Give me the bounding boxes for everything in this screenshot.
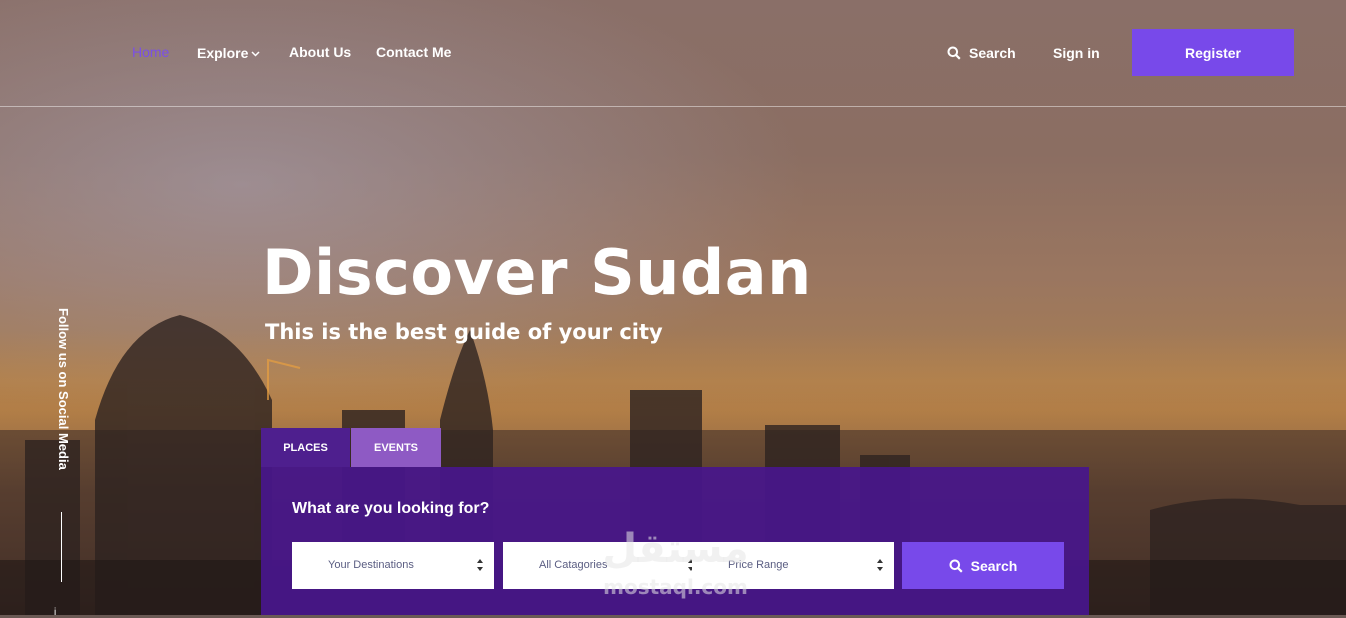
category-select[interactable]: All Catagories: [503, 542, 705, 589]
search-icon: [949, 559, 963, 573]
register-button[interactable]: Register: [1132, 29, 1294, 76]
social-icon[interactable]: i: [54, 607, 56, 618]
nav-link-explore-label: Explore: [197, 45, 249, 61]
nav-link-home[interactable]: Home: [132, 44, 169, 60]
select-arrows-icon: [877, 559, 883, 571]
destination-select-value: Your Destinations: [328, 559, 414, 571]
search-submit-label: Search: [970, 557, 1018, 574]
price-range-select[interactable]: Price Range: [692, 542, 894, 589]
nav-link-contact[interactable]: Contact Me: [376, 44, 451, 60]
select-arrows-icon: [477, 559, 483, 571]
top-navigation: Home Explore About Us Contact Me Search …: [0, 0, 1346, 107]
tab-events[interactable]: EVENTS: [351, 428, 441, 467]
tab-places[interactable]: PLACES: [261, 428, 350, 467]
category-select-value: All Catagories: [539, 559, 608, 571]
destination-select[interactable]: Your Destinations: [292, 542, 494, 589]
nav-link-explore[interactable]: Explore: [197, 44, 260, 61]
header-search-link[interactable]: Search: [947, 45, 1016, 61]
nav-link-about[interactable]: About Us: [289, 44, 351, 60]
signin-link[interactable]: Sign in: [1053, 45, 1100, 61]
search-panel: What are you looking for? Your Destinati…: [261, 467, 1089, 615]
social-follow-text: Follow us on Social Media: [56, 308, 71, 470]
price-range-select-value: Price Range: [728, 559, 789, 571]
hero-title: Discover Sudan: [262, 236, 812, 309]
search-panel-question: What are you looking for?: [292, 500, 490, 517]
search-submit-button[interactable]: Search: [902, 542, 1064, 589]
header-search-label: Search: [969, 45, 1016, 61]
search-icon: [947, 46, 961, 60]
hero-subtitle: This is the best guide of your city: [265, 320, 663, 344]
social-divider-line: [61, 512, 62, 582]
chevron-down-icon: [251, 44, 260, 60]
